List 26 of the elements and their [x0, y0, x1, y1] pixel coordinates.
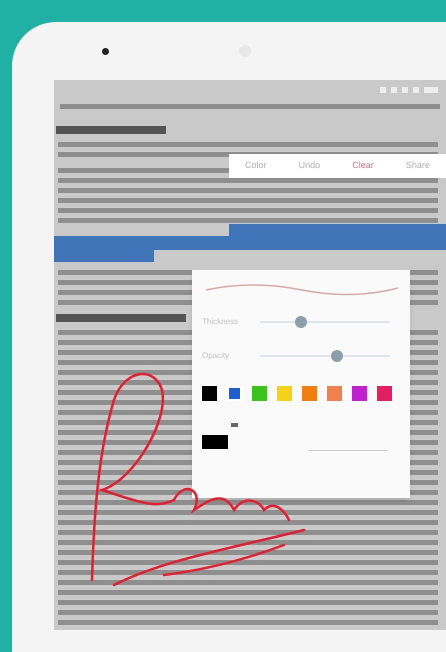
toolbar-button[interactable]: Undo — [298, 159, 320, 173]
color-swatch[interactable] — [327, 386, 342, 401]
toolbar-button[interactable]: Clear — [352, 159, 374, 173]
slider-track[interactable] — [260, 350, 390, 362]
color-swatch[interactable] — [302, 386, 317, 401]
slider-label: Opacity — [202, 350, 230, 362]
color-swatch[interactable] — [352, 386, 367, 401]
color-preview — [202, 435, 228, 449]
slider-track[interactable] — [260, 316, 390, 328]
camera-icon — [102, 48, 109, 54]
selection-marker — [231, 423, 238, 427]
toolbar-button[interactable]: Share — [406, 159, 430, 173]
status-bar-icon — [380, 87, 386, 93]
status-bar-icon — [413, 87, 419, 93]
status-bar-icon — [424, 87, 438, 93]
color-swatch[interactable] — [377, 386, 392, 401]
status-bar-icon — [402, 87, 408, 93]
color-swatch[interactable] — [227, 386, 242, 401]
color-swatch[interactable] — [252, 386, 267, 401]
slider-thumb[interactable] — [295, 316, 308, 328]
toolbar-button[interactable]: Color — [245, 159, 267, 173]
color-swatch[interactable] — [277, 386, 292, 401]
slider-thumb[interactable] — [330, 350, 343, 362]
slider-label: Thickness — [202, 316, 240, 328]
color-swatch[interactable] — [202, 386, 217, 401]
status-bar-icon — [391, 87, 397, 93]
